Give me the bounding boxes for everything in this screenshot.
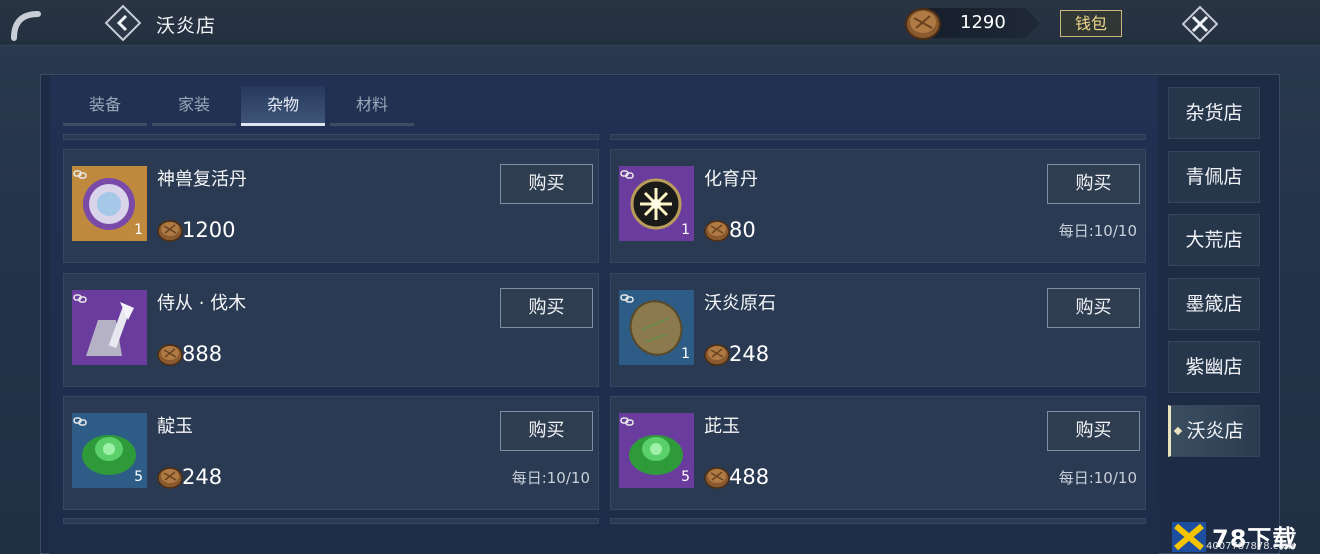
currency-amount: 1290: [960, 12, 1006, 33]
close-button[interactable]: [1178, 2, 1222, 46]
coin-icon: [157, 344, 183, 366]
purple-jade-icon[interactable]: 5: [619, 413, 694, 488]
daily-limit: 每日:10/10: [1058, 222, 1137, 240]
shop-item-card[interactable]: 1 神兽复活丹 1200 购买: [63, 149, 599, 263]
side-tab-shop[interactable]: 大荒店: [1168, 214, 1260, 266]
tab-misc[interactable]: 杂物: [241, 86, 325, 126]
bind-chain-icon: [620, 294, 634, 303]
daily-limit: 每日:10/10: [1058, 469, 1137, 487]
shop-title: 沃炎店: [156, 15, 217, 37]
bind-chain-icon: [73, 417, 87, 426]
bind-chain-icon: [620, 417, 634, 426]
item-name: 侍从 · 伐木: [157, 293, 247, 314]
side-tab-shop[interactable]: 墨箴店: [1168, 277, 1260, 330]
side-tab-shop[interactable]: 紫幽店: [1168, 341, 1260, 393]
tab-materials[interactable]: 材料: [330, 86, 414, 126]
list-item-partial: [610, 518, 1146, 524]
side-tab-shop[interactable]: 杂货店: [1168, 87, 1260, 139]
selected-marker-icon: [1173, 426, 1183, 435]
side-tab-label: 大荒店: [1185, 229, 1243, 251]
beast-revive-pill-icon[interactable]: 1: [72, 166, 147, 241]
side-tab-shop[interactable]: 沃炎店: [1168, 404, 1260, 457]
item-price: 80: [729, 218, 756, 242]
item-quantity: 5: [681, 469, 690, 485]
bind-chain-icon: [73, 170, 87, 179]
item-price: 248: [729, 342, 770, 366]
tab-furnishing[interactable]: 家装: [152, 86, 236, 126]
buy-button[interactable]: 购买: [500, 411, 593, 451]
list-item-partial: [63, 134, 599, 140]
list-item-partial: [63, 518, 599, 524]
item-quantity: 1: [681, 346, 690, 362]
bind-chain-icon: [620, 170, 634, 179]
side-tab-label: 沃炎店: [1186, 419, 1244, 442]
item-quantity: 5: [134, 469, 143, 485]
item-price: 248: [182, 465, 223, 489]
item-name: 神兽复活丹: [157, 169, 247, 190]
bind-chain-icon: [73, 294, 87, 303]
top-bar: 沃炎店 1290 钱包: [0, 0, 1320, 46]
watermark-url: 4007787878.com: [1206, 541, 1295, 552]
item-price: 888: [182, 342, 223, 366]
tab-equipment[interactable]: 装备: [63, 86, 147, 126]
buy-button[interactable]: 购买: [500, 164, 593, 204]
buy-button[interactable]: 购买: [1047, 164, 1140, 204]
item-price: 488: [729, 465, 770, 489]
coin-icon: [905, 8, 941, 40]
list-item-partial: [610, 134, 1146, 140]
green-jade-icon[interactable]: 5: [72, 413, 147, 488]
item-price: 1200: [182, 218, 236, 242]
buy-button[interactable]: 购买: [1047, 288, 1140, 328]
coin-icon: [704, 220, 730, 242]
shop-item-card[interactable]: 1 化育丹 80 购买每日:10/10: [610, 149, 1146, 263]
item-name: 化育丹: [704, 169, 758, 190]
item-name: 茈玉: [704, 416, 740, 437]
shop-item-card[interactable]: 1 沃炎原石 248 购买: [610, 273, 1146, 387]
servant-logging-icon[interactable]: [72, 290, 147, 365]
shop-item-card[interactable]: 侍从 · 伐木 888 购买: [63, 273, 599, 387]
item-quantity: 1: [134, 222, 143, 238]
item-name: 靛玉: [157, 416, 193, 437]
item-name: 沃炎原石: [704, 293, 776, 314]
coin-icon: [704, 344, 730, 366]
hook-icon: [11, 11, 41, 41]
side-tab-label: 青佩店: [1185, 165, 1243, 188]
buy-button[interactable]: 购买: [1047, 411, 1140, 451]
coin-icon: [157, 220, 183, 242]
ore-stone-icon[interactable]: 1: [619, 290, 694, 365]
item-quantity: 1: [681, 222, 690, 238]
back-button[interactable]: [104, 4, 142, 42]
side-tab-label: 墨箴店: [1185, 292, 1243, 315]
wallet-button[interactable]: 钱包: [1060, 10, 1122, 37]
daily-limit: 每日:10/10: [511, 469, 590, 487]
side-tab-label: 紫幽店: [1185, 356, 1243, 378]
side-tab-shop[interactable]: 青佩店: [1168, 150, 1260, 203]
buy-button[interactable]: 购买: [500, 288, 593, 328]
side-tab-label: 杂货店: [1185, 102, 1243, 124]
coin-icon: [157, 467, 183, 489]
nurture-pill-icon[interactable]: 1: [619, 166, 694, 241]
shop-item-card[interactable]: 5 靛玉 248 购买每日:10/10: [63, 396, 599, 510]
shop-item-card[interactable]: 5 茈玉 488 购买每日:10/10: [610, 396, 1146, 510]
coin-icon: [704, 467, 730, 489]
